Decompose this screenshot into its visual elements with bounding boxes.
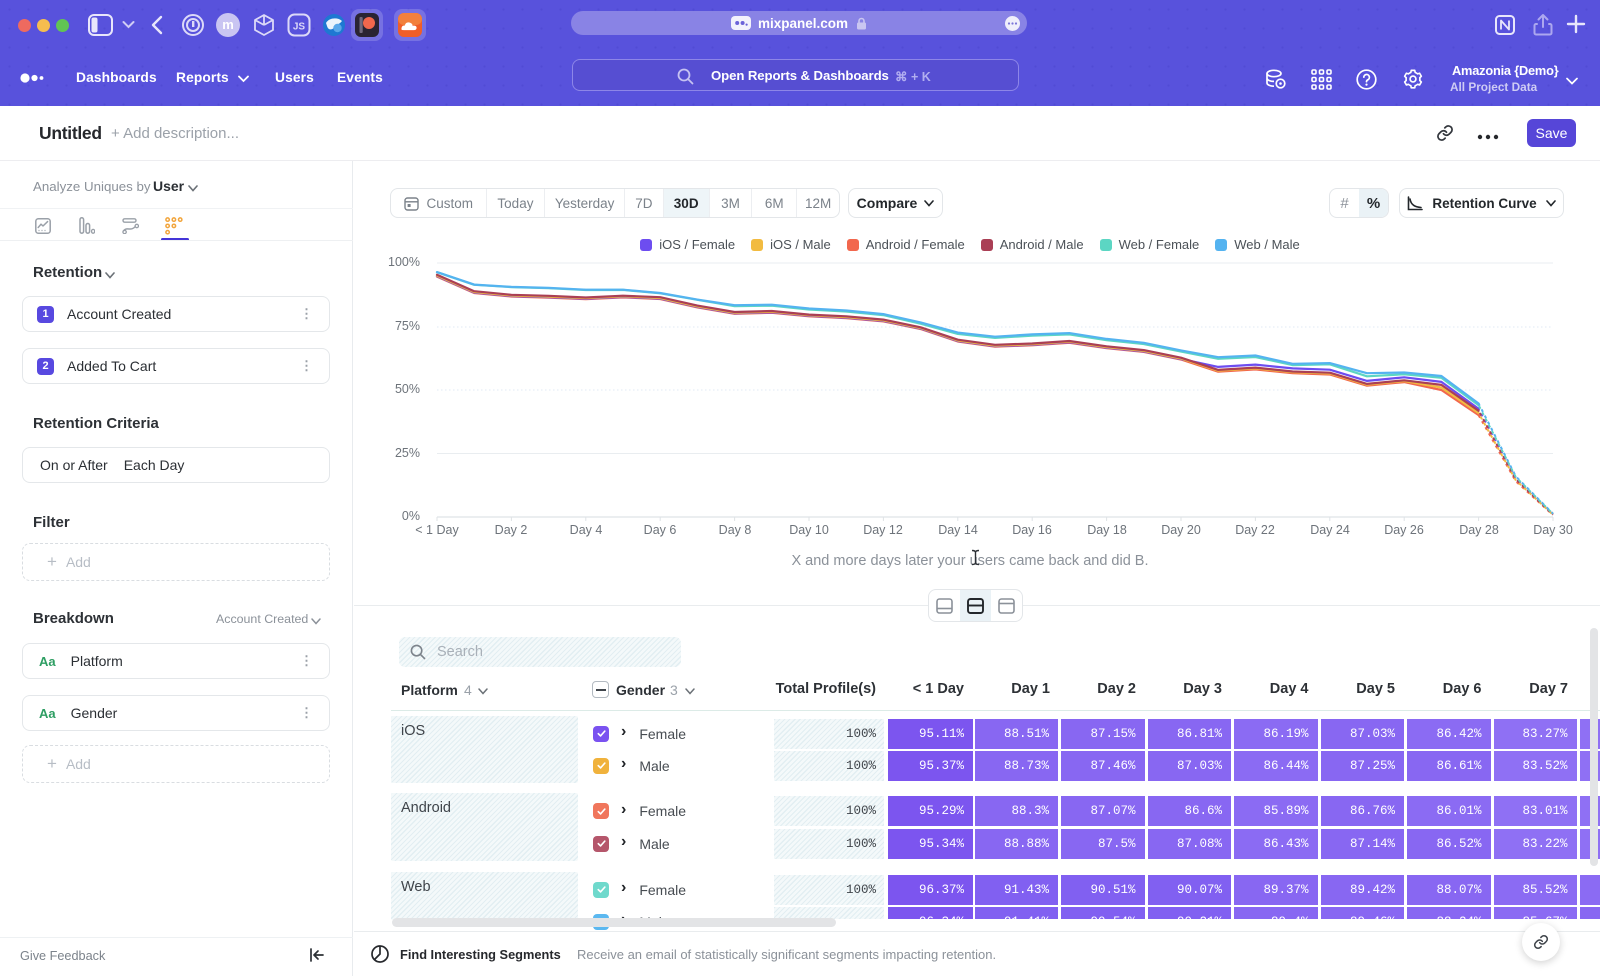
svg-text:JS: JS: [293, 22, 306, 33]
